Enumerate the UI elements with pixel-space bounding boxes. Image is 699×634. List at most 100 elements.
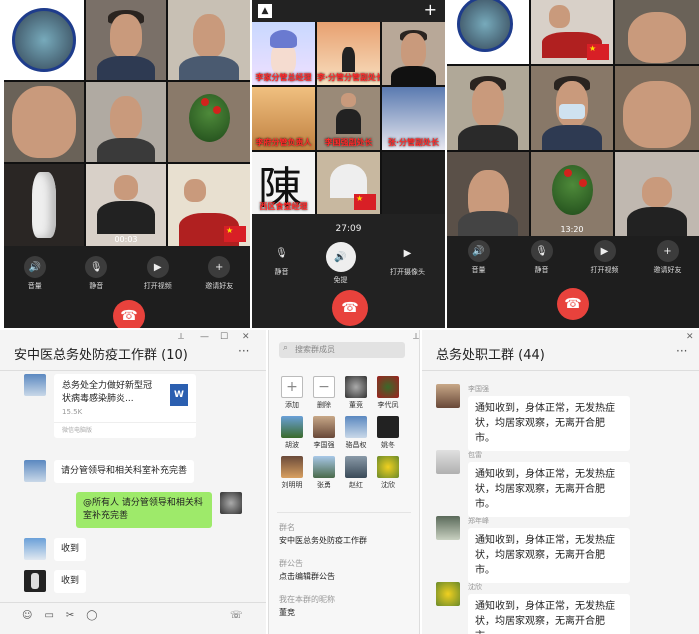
phone-icon[interactable]: ☏ (230, 610, 243, 621)
word-file-icon: W (170, 384, 188, 406)
video-button[interactable]: ▶ 打开视频 (138, 256, 178, 291)
avatar (436, 450, 460, 474)
scissors-icon[interactable]: ✂ (66, 610, 74, 621)
avatar (436, 582, 460, 606)
member-item[interactable]: 李国强 (311, 416, 337, 450)
video-tile: 00:03 (86, 164, 166, 246)
volume-button[interactable]: 🔊 音量 (15, 256, 55, 291)
add-icon[interactable]: + (424, 0, 437, 19)
mute-button[interactable]: 🎙 静音 (76, 256, 116, 291)
control-label: 打开视频 (143, 282, 172, 290)
file-message[interactable]: 总务处全力做好新型冠状病毒感染肺炎... 15.5K W 微信电脑版 (24, 374, 196, 438)
remove-member-button[interactable]: − 删除 (311, 376, 337, 410)
invite-button[interactable]: + 邀请好友 (199, 256, 239, 291)
camera-icon: ▶ (403, 247, 412, 259)
pin-icon[interactable]: ⟂ (413, 332, 419, 342)
video-grid: 00:03 (4, 0, 250, 246)
video-tile: 李国强副处长 (317, 87, 380, 150)
participant-label: 李家分管总经理 (255, 73, 312, 82)
member-name: 骆昌权 (345, 441, 367, 449)
message-bubble: 收到 (54, 538, 87, 561)
chat-message: 沈欣通知收到，身体正常，无发热症状，均居家观察，无离开合肥市。 (436, 582, 630, 634)
video-tile (168, 164, 250, 246)
control-label: 打开视频 (590, 266, 619, 274)
sender-name: 李国强 (468, 385, 489, 393)
member-item[interactable]: 胡波 (279, 416, 305, 450)
staff-group-chat-window: ✕ 总务处职工群 (44) ··· 李国强 通知收到，身体正常，无发热症状，均居家… (422, 330, 699, 634)
hangup-icon: ☎ (341, 300, 359, 316)
more-icon[interactable]: ··· (676, 344, 687, 358)
sender-name: 沈欣 (468, 583, 482, 591)
avatar (377, 416, 399, 438)
section-label: 我在本群的昵称 (279, 595, 335, 604)
video-tile (4, 82, 84, 162)
member-item[interactable]: 姚冬 (375, 416, 401, 450)
video-tile: 13:20 (531, 152, 613, 236)
video-tile (447, 152, 529, 236)
video-grid: 李家分管总经理 李·分管分管副处长 李府分管负责人 李国强副处长 张·分管副处长… (252, 22, 445, 214)
member-item[interactable]: 赵红 (343, 456, 369, 490)
chat-message: 收到 (24, 570, 87, 593)
minimize-icon[interactable]: — (200, 332, 209, 342)
add-member-button[interactable]: + 添加 (279, 376, 305, 410)
invite-button[interactable]: + 邀请好友 (648, 240, 688, 275)
folder-icon[interactable]: ▭ (44, 610, 53, 621)
speaker-button[interactable]: 🔊 免提 (321, 242, 361, 285)
close-icon[interactable]: ✕ (686, 332, 694, 342)
nickname-section[interactable]: 我在本群的昵称 董竞 (279, 594, 335, 618)
avatar (281, 416, 303, 438)
member-item[interactable]: 张勇 (311, 456, 337, 490)
chat-message: 郑年峰 通知收到，身体正常，无发热症状，均居家观察，无离开合肥市。 (436, 516, 630, 583)
more-icon[interactable]: ··· (238, 344, 249, 358)
avatar (220, 492, 242, 514)
file-card[interactable]: 总务处全力做好新型冠状病毒感染肺炎... 15.5K W 微信电脑版 (54, 374, 196, 438)
member-name: 姚冬 (381, 441, 395, 449)
volume-button[interactable]: 🔊 音量 (459, 240, 499, 275)
minimize-icon[interactable]: ▲ (258, 4, 272, 18)
member-item[interactable]: 董竞 (343, 376, 369, 410)
speaker-icon: 🔊 (467, 240, 490, 262)
participant-label: 李府分管负责人 (255, 138, 312, 147)
mute-button[interactable]: 🎙 静音 (522, 240, 562, 275)
pin-icon[interactable]: ⟂ (178, 332, 184, 342)
member-search-input[interactable]: 搜索群成员 (279, 342, 405, 358)
group-name-section[interactable]: 群名 安中医总务处防疫工作群 (279, 522, 367, 546)
maximize-icon[interactable]: ☐ (220, 332, 228, 342)
message-bubble: 请分管领导和相关科室补充完善 (54, 460, 195, 483)
video-tile (317, 152, 380, 214)
emoji-icon[interactable]: ☺ (22, 610, 32, 621)
video-tile (168, 82, 250, 162)
group-notice-section[interactable]: 群公告 点击编辑群公告 (279, 558, 335, 582)
message-bubble: 收到 (54, 570, 87, 593)
add-user-icon: + (208, 256, 231, 278)
hangup-button[interactable]: ☎ (113, 300, 145, 328)
school-seal-logo (12, 8, 76, 72)
chat-bubble-icon[interactable]: ◯ (86, 610, 97, 621)
member-name: 添加 (285, 401, 299, 409)
camera-button[interactable]: ▶ 打开摄像头 (380, 242, 436, 285)
video-tile (4, 164, 84, 246)
camera-icon: ▶ (146, 256, 169, 278)
member-item[interactable]: 沈欣 (375, 456, 401, 490)
avatar (345, 416, 367, 438)
file-name: 总务处全力做好新型冠状病毒感染肺炎... (62, 381, 153, 404)
call-controls: 🔊 音量 🎙 静音 ▶ 打开视频 + 邀请好友 (4, 256, 250, 291)
hangup-button[interactable]: ☎ (557, 288, 589, 320)
video-tile: 李府分管负责人 (252, 87, 315, 150)
avatar (313, 456, 335, 478)
member-name: 李国强 (313, 441, 335, 449)
video-button[interactable]: ▶ 打开视频 (585, 240, 625, 275)
member-item[interactable]: 骆昌权 (343, 416, 369, 450)
control-label: 静音 (274, 268, 289, 276)
chat-message-self: @所有人 请分管领导和相关科室补充完善 (76, 492, 242, 528)
member-item[interactable]: 刘明明 (279, 456, 305, 490)
close-icon[interactable]: ✕ (242, 332, 250, 342)
video-tile: 李·分管分管副处长 (317, 22, 380, 85)
member-item[interactable]: 李代凤 (375, 376, 401, 410)
control-label: 静音 (89, 282, 104, 290)
mute-button[interactable]: 🎙 静音 (262, 242, 302, 285)
hangup-button[interactable]: ☎ (332, 290, 368, 326)
mic-icon: 🎙 (275, 247, 288, 259)
mic-off-icon: 🎙 (85, 256, 108, 278)
avatar (24, 570, 46, 592)
